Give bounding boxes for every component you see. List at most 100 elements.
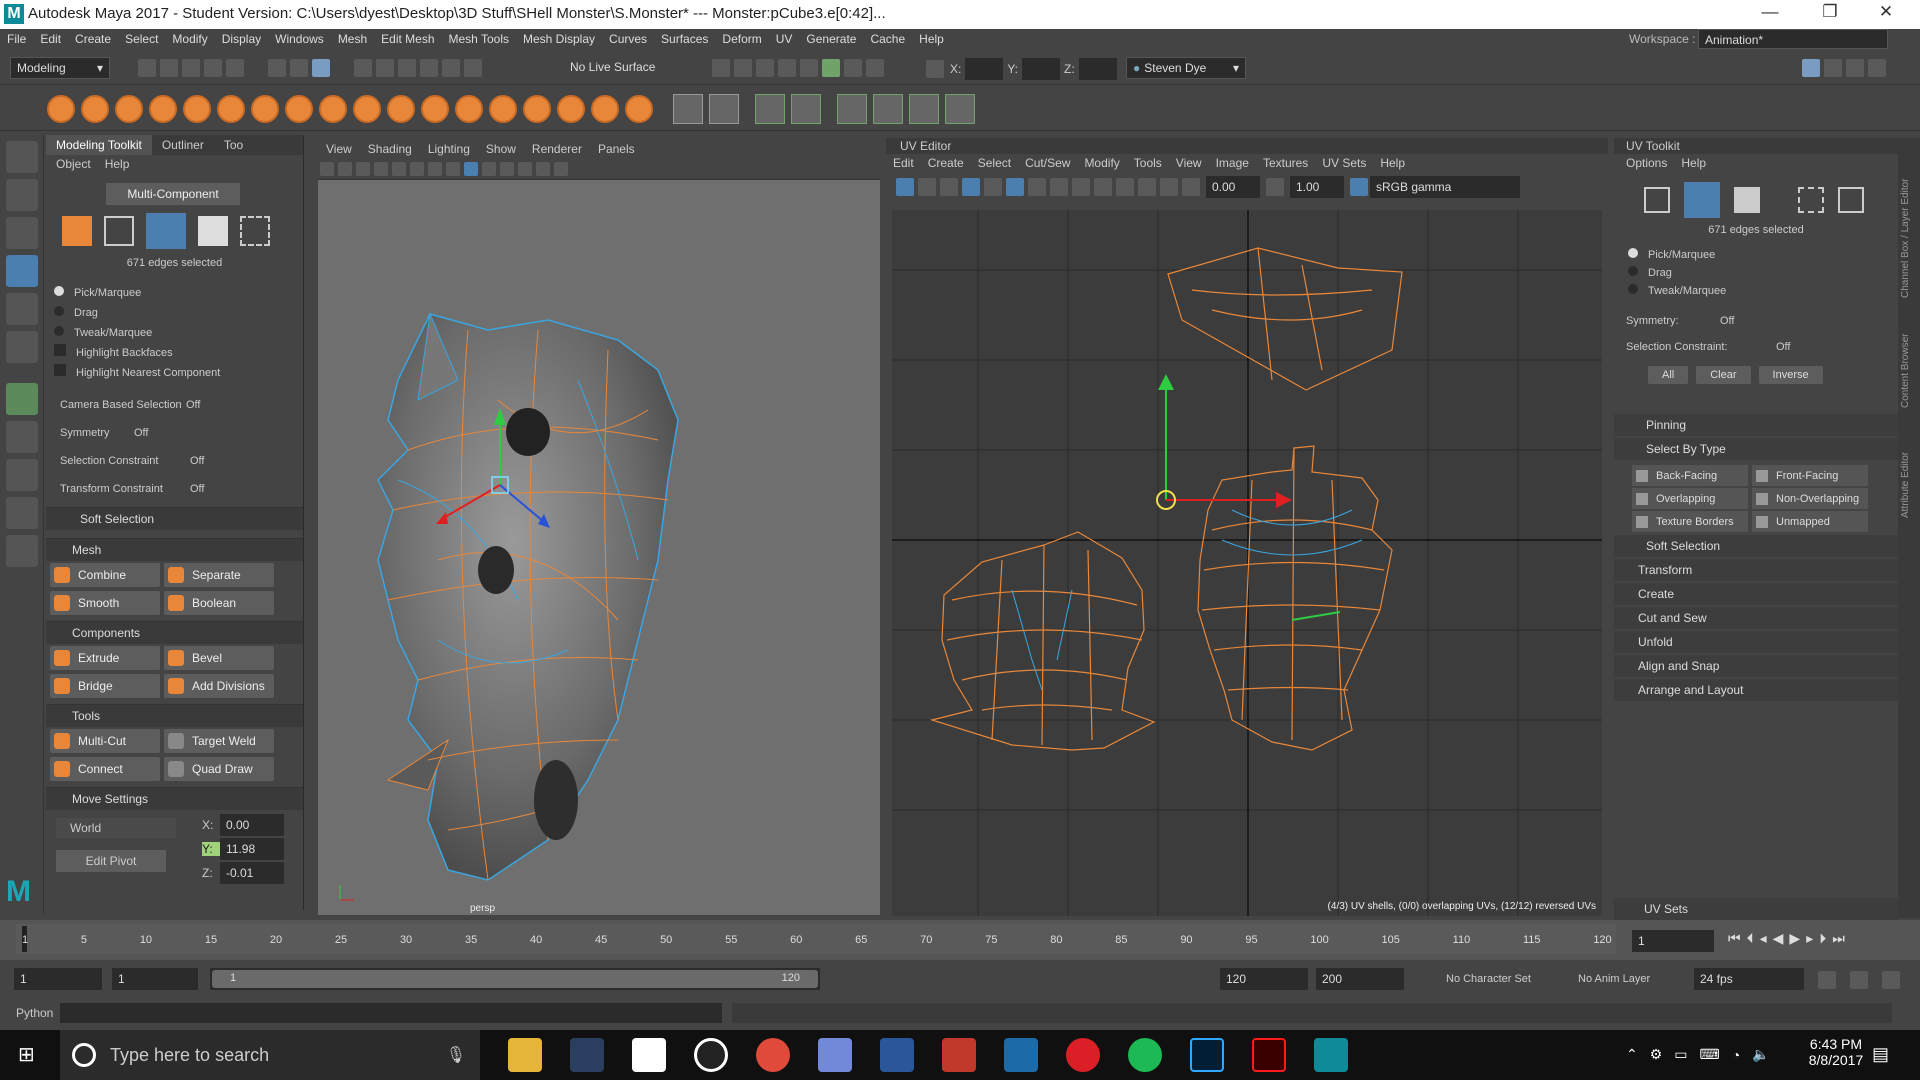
puzzle-app-icon[interactable] (942, 1038, 976, 1072)
save-scene-icon[interactable] (182, 59, 200, 77)
uv-psd-icon[interactable] (1160, 178, 1178, 196)
animation-end-field[interactable]: 200 (1316, 968, 1404, 990)
redo-icon[interactable] (226, 59, 244, 77)
viewport-menu-panels[interactable]: Panels (590, 140, 643, 158)
menu-edit[interactable]: Edit (33, 29, 68, 49)
overlapping-button[interactable]: Overlapping (1632, 488, 1748, 509)
outliner-layout-icon[interactable] (6, 535, 38, 567)
microphone-icon[interactable]: 🎙 (446, 1045, 466, 1065)
grid-icon[interactable] (338, 161, 352, 176)
groove-music-icon[interactable] (694, 1038, 728, 1072)
uv-dim-icon[interactable] (1050, 178, 1068, 196)
tool-settings-panel-icon[interactable] (1846, 59, 1864, 77)
radio-drag[interactable]: Drag (54, 303, 303, 323)
vertex-mode-icon[interactable] (104, 216, 134, 246)
poly-cube-icon[interactable] (81, 94, 109, 123)
human-ik-icon[interactable] (844, 59, 862, 77)
history-icon[interactable] (712, 59, 730, 77)
uv-grid-icon[interactable] (962, 178, 980, 196)
smooth-shade-icon[interactable] (374, 161, 388, 176)
arrange-and-layout-section[interactable]: Arrange and Layout (1614, 679, 1898, 701)
tab-outliner[interactable]: Outliner (152, 135, 214, 155)
uv-menu-select[interactable]: Select (971, 156, 1018, 170)
perspective-viewport[interactable]: View Shading Lighting Show Renderer Panels (318, 140, 880, 915)
uv-shell-mode-icon[interactable] (1838, 187, 1864, 213)
ipr-render-icon[interactable] (756, 59, 774, 77)
uv-mode-icon[interactable] (240, 216, 270, 246)
clear-button[interactable]: Clear (1696, 366, 1751, 384)
select-by-type-section[interactable]: Select By Type (1614, 438, 1898, 460)
snap-point-icon[interactable] (398, 59, 416, 77)
spotify-icon[interactable] (1128, 1038, 1162, 1072)
range-slider[interactable]: 1 120 (210, 968, 820, 990)
anim-prefs-icon[interactable] (1882, 971, 1900, 989)
textured-icon[interactable] (392, 161, 406, 176)
live-surface-field[interactable]: No Live Surface (564, 57, 674, 79)
edge-mode-icon[interactable] (146, 213, 186, 249)
isolate-icon[interactable] (482, 161, 496, 176)
uv-menu-image[interactable]: Image (1209, 156, 1256, 170)
new-scene-icon[interactable] (138, 59, 156, 77)
camera-based-selection-row[interactable]: Camera Based Selection Off (60, 391, 303, 419)
persp-outliner-icon[interactable] (6, 459, 38, 491)
radio-pick-marquee[interactable]: Pick/Marquee (54, 283, 303, 303)
camera-icon[interactable] (320, 161, 334, 176)
shadows-icon[interactable] (428, 161, 442, 176)
go-to-end-icon[interactable]: ⏭ (1832, 930, 1845, 947)
xray-icon[interactable] (446, 161, 460, 176)
object-mode-icon[interactable] (62, 216, 92, 246)
x-coord-input[interactable] (965, 58, 1004, 80)
wifi-icon[interactable]: ◔ (1732, 1047, 1740, 1063)
script-language-label[interactable]: Python (16, 1006, 53, 1020)
uv-radio-tweak-marquee[interactable]: Tweak/Marquee (1628, 282, 1898, 300)
select-by-hierarchy-icon[interactable] (268, 59, 286, 77)
character-set-dropdown[interactable]: No Character Set (1446, 973, 1531, 985)
uv-sets-section[interactable]: UV Sets (1614, 898, 1898, 920)
uv-menu-tools[interactable]: Tools (1127, 156, 1169, 170)
snap-view-plane-icon[interactable] (442, 59, 460, 77)
file-explorer-icon[interactable] (508, 1038, 542, 1072)
menu-edit-mesh[interactable]: Edit Mesh (374, 29, 441, 49)
tab-tool-settings[interactable]: Too (214, 135, 253, 155)
cut-and-sew-section[interactable]: Cut and Sew (1614, 607, 1898, 629)
poly-cylinder-icon[interactable] (115, 94, 143, 123)
radio-tweak-marquee[interactable]: Tweak/Marquee (54, 323, 303, 343)
bevel-button[interactable]: Bevel (164, 646, 274, 670)
layout-icon[interactable] (6, 497, 38, 529)
poly-torus-icon[interactable] (183, 94, 211, 123)
unfold-section[interactable]: Unfold (1614, 631, 1898, 653)
menu-select[interactable]: Select (118, 29, 165, 49)
smooth-icon[interactable] (489, 94, 517, 123)
align-and-snap-section[interactable]: Align and Snap (1614, 655, 1898, 677)
rotate-tool-icon[interactable] (6, 293, 38, 325)
volume-icon[interactable]: 🔈 (1752, 1046, 1769, 1063)
menu-modify[interactable]: Modify (165, 29, 214, 49)
snap-live-icon[interactable] (464, 59, 482, 77)
world-dropdown[interactable]: World (56, 818, 176, 838)
components-section-header[interactable]: Components (46, 621, 303, 644)
tab-modeling-toolkit[interactable]: Modeling Toolkit (46, 135, 152, 155)
windows-start-icon[interactable]: ⊞ (18, 1045, 38, 1065)
multi-component-button[interactable]: Multi-Component (106, 183, 240, 205)
time-slider[interactable]: 1 5 10 15 20 25 30 35 40 45 50 55 60 65 70 75 80 85 90 95 10… (0, 920, 1920, 960)
viewport-menu-shading[interactable]: Shading (360, 140, 420, 158)
exposure-field[interactable]: 0.00 (1206, 176, 1260, 198)
uv-frame-all-icon[interactable] (1094, 178, 1112, 196)
menu-create[interactable]: Create (68, 29, 118, 49)
wireframe-on-shaded-icon[interactable] (464, 161, 478, 176)
viewport-menu-lighting[interactable]: Lighting (420, 140, 478, 158)
select-by-component-icon[interactable] (312, 59, 330, 77)
channel-box-tab[interactable]: Channel Box / Layer Editor (1900, 158, 1911, 298)
select-by-object-icon[interactable] (290, 59, 308, 77)
unmapped-button[interactable]: Unmapped (1752, 511, 1868, 532)
uv-menu-uv-sets[interactable]: UV Sets (1315, 156, 1373, 170)
menu-windows[interactable]: Windows (268, 29, 331, 49)
toolkit-menu-object[interactable]: Object (56, 157, 91, 171)
create-section[interactable]: Create (1614, 583, 1898, 605)
combine-button[interactable]: Combine (50, 563, 160, 587)
content-browser-tab[interactable]: Content Browser (1900, 318, 1911, 408)
menu-display[interactable]: Display (215, 29, 268, 49)
multi-cut-button[interactable]: Multi-Cut (50, 729, 160, 753)
bridge-icon[interactable] (625, 94, 653, 123)
poly-cone-icon[interactable] (149, 94, 177, 123)
